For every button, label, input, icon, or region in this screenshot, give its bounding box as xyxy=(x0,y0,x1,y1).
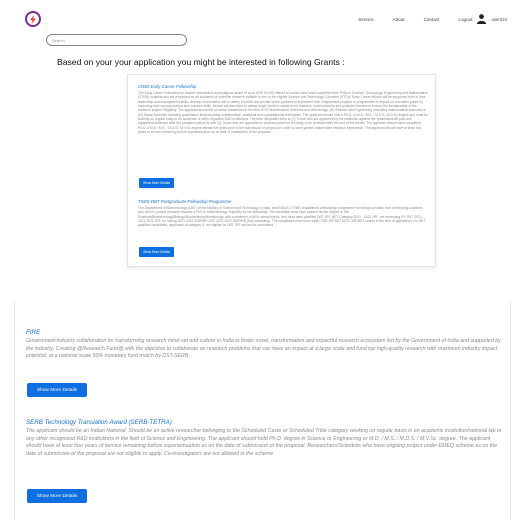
grant-description: The applicant should be an Indian Nation… xyxy=(26,428,502,457)
grant-title[interactable]: FIRE xyxy=(26,329,40,336)
nav-about-link[interactable]: About xyxy=(393,17,405,22)
grant-title[interactable]: TIMIS-DBT Postgraduate Fellowship Progra… xyxy=(138,199,231,204)
lightning-icon xyxy=(30,14,36,24)
grants-card: CWID Early Career Fellowship The Early C… xyxy=(127,74,436,267)
navbar: Service About Contact Logout user024 xyxy=(0,0,521,38)
nav-service-link[interactable]: Service xyxy=(358,17,373,22)
search-input[interactable]: Search xyxy=(46,34,187,46)
page-heading: Based on your your application you might… xyxy=(57,57,345,67)
user-name: user024 xyxy=(491,16,507,22)
user-icon[interactable] xyxy=(477,14,487,24)
grant-title[interactable]: SERB Technology Translation Award (SERB-… xyxy=(26,419,172,426)
show-more-details-button[interactable]: Show More Details xyxy=(139,178,174,188)
grants-list-zoomed: FIRE Government-industry collaboration f… xyxy=(14,302,511,520)
nav-logout-link[interactable]: Logout xyxy=(458,17,472,22)
nav-contact-link[interactable]: Contact xyxy=(424,17,440,22)
app-logo[interactable] xyxy=(25,11,41,27)
search-placeholder: Search xyxy=(52,37,65,43)
show-more-details-button[interactable]: Show More Details xyxy=(27,489,87,503)
nav-links: Service About Contact Logout user024 xyxy=(339,14,507,24)
grants-page-screenshot: Service About Contact Logout user024 Sea… xyxy=(0,0,521,272)
grant-description: The Department of Biotechnology (DBT) of… xyxy=(138,206,426,228)
grant-description: The Early Career Fellowship for women sc… xyxy=(138,91,428,135)
grant-description: Government-industry collaboration for tr… xyxy=(26,338,501,360)
show-more-details-button[interactable]: Show More Details xyxy=(27,383,87,397)
grant-title[interactable]: CWID Early Career Fellowship xyxy=(138,84,196,89)
show-more-details-button[interactable]: Show More Details xyxy=(139,247,174,257)
